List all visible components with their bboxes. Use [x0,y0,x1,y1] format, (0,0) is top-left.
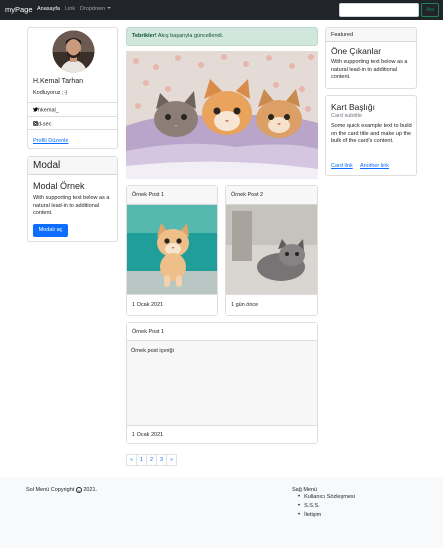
post-kitten-image [127,205,217,295]
copyright-icon: c [75,487,82,493]
text-post-header: Örnek Post 1 [127,323,317,341]
featured-card: Featured Öne Çıkanlar With supporting te… [325,27,417,89]
profile-card: H.Kemal Tarhan Kodluyoruz ;-) hkemal_ d-… [27,27,118,149]
footer-copyright: Sol Menü Copyright c 2021. [26,487,97,493]
profile-subtitle: Kodluyoruz ;-) [33,90,68,96]
chevron-down-icon [107,7,112,9]
featured-title: Öne Çıkanlar [331,46,382,56]
search-button[interactable]: Ara [421,3,439,17]
modal-card: Modal Modal Örnek With supporting text b… [27,156,118,242]
post-card-header: Örnek Post 2 [226,186,317,205]
text-post-footer: 1 Ocak 2021 [127,425,317,443]
post-kitten-image [226,205,317,295]
profile-instagram-item[interactable]: d-sec [28,116,117,130]
footer: Sol Menü Copyright c 2021. Sağ Menü Kull… [0,477,443,548]
post-card-footer: 1 Ocak 2021 [127,294,217,315]
search-input[interactable] [339,3,419,17]
text-post-body: Örnek post içeriği [127,341,317,427]
footer-left-text: Sol Menü Copyright [26,487,75,493]
footer-link-faq[interactable]: S.S.S. [298,502,355,511]
kart-subtitle: Card subtitle [331,113,362,119]
alert-strong: Tebrikler! [132,33,157,39]
modal-card-text: With supporting text below as a natural … [33,195,110,216]
post-card-header: Örnek Post 1 [127,186,217,205]
footer-year: 2021. [83,487,98,493]
modal-card-title: Modal Örnek [33,181,85,191]
profile-name: H.Kemal Tarhan [33,78,84,85]
pagination-next[interactable]: » [166,454,177,466]
pagination: « 1 2 3 » [126,454,177,466]
kart-text: Some quick example text to build on the … [331,123,412,144]
profile-edit-link[interactable]: Profili Düzenle [33,138,68,144]
success-alert: Tebrikler! Akış başarıyla güncellendi. [126,27,318,46]
avatar [52,30,95,73]
profile-twitter-item[interactable]: hkemal_ [28,102,117,116]
kart-title: Kart Başlığı [331,102,375,112]
profile-twitter: hkemal_ [38,107,59,114]
navbar: myPage Anasayfa Link Dropdown Ara [0,0,443,20]
profile-instagram: d-sec [38,121,52,128]
nav-link-link[interactable]: Link [65,6,75,12]
nav-dropdown-label: Dropdown [80,6,106,12]
footer-menu: Kullanıcı Sözleşmesi S.S.S. İletişim [298,493,355,520]
text-post-card: Örnek Post 1 Örnek post içeriği 1 Ocak 2… [126,322,318,444]
featured-header: Featured [326,28,416,42]
nav-link-home[interactable]: Anasayfa [37,6,60,12]
modal-card-header: Modal [28,157,117,175]
kart-card: Kart Başlığı Card subtitle Some quick ex… [325,95,417,176]
post-card: Örnek Post 2 1 gün önce [225,185,318,316]
post-card-footer: 1 gün önce [226,294,317,315]
kart-card-link[interactable]: Card link [331,163,353,169]
kart-another-link[interactable]: Another link [360,163,389,169]
nav-dropdown[interactable]: Dropdown [80,6,112,12]
brand-logo[interactable]: myPage [5,5,33,14]
footer-link-contact[interactable]: İletişim [298,511,355,520]
alert-text: Akış başarıyla güncellendi. [156,33,224,39]
featured-text: With supporting text below as a natural … [331,59,408,80]
open-modal-button[interactable]: Modalı aç [33,224,68,237]
hero-kittens-image [126,51,318,179]
post-card: Örnek Post 1 1 Ocak 2021 [126,185,218,316]
footer-link-terms[interactable]: Kullanıcı Sözleşmesi [298,493,355,502]
